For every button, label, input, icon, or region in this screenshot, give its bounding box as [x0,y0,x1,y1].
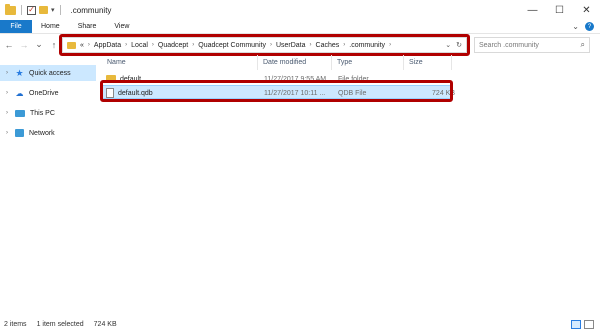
navigation-pane: › ★ Quick access › ☁ OneDrive › This PC … [0,55,96,317]
quick-access-toolbar: ✓ ▾ [0,3,63,15]
window-controls: — ☐ ✕ [519,0,600,20]
ribbon-tabs: File Home Share View ⌄ ? [0,20,600,33]
chevron-right-icon[interactable]: › [6,130,10,136]
folder-icon [5,3,16,15]
ribbon-right-controls: ⌄ ? [572,20,600,33]
column-date-modified[interactable]: Date modified [258,55,332,70]
tab-view[interactable]: View [105,20,138,33]
details-view-icon[interactable] [571,319,581,329]
sidebar-item-onedrive[interactable]: › ☁ OneDrive [0,85,96,101]
divider [59,5,61,15]
expand-ribbon-icon[interactable]: ⌄ [572,22,579,31]
sidebar-item-label: OneDrive [29,89,59,97]
computer-icon [15,109,25,117]
divider [21,5,22,15]
minimize-button[interactable]: — [519,0,546,20]
sidebar-item-label: Quick access [29,69,71,77]
search-icon[interactable]: ⌕ [581,40,585,50]
customize-toolbar-icon[interactable]: ▾ [51,6,55,14]
column-type[interactable]: Type [332,55,404,70]
back-button[interactable]: ← [3,40,15,50]
new-folder-icon[interactable] [39,6,48,14]
sidebar-item-label: This PC [30,109,55,117]
maximize-button[interactable]: ☐ [546,0,573,20]
tab-home[interactable]: Home [32,20,69,33]
help-icon[interactable]: ? [585,22,594,31]
sidebar-item-quick-access[interactable]: › ★ Quick access [0,65,96,81]
sidebar-item-this-pc[interactable]: › This PC [0,105,96,121]
column-name[interactable]: Name [102,55,258,70]
close-button[interactable]: ✕ [573,0,600,20]
status-bar: 2 items 1 item selected 724 KB [0,317,600,331]
column-header-row: Name Date modified Type Size [96,55,600,70]
search-placeholder: Search .community [479,41,539,49]
tab-file[interactable]: File [0,20,32,33]
forward-button[interactable]: → [18,40,30,50]
chevron-right-icon[interactable]: › [6,90,10,96]
chevron-right-icon[interactable]: › [6,70,10,76]
view-switcher [571,319,600,329]
column-size[interactable]: Size [404,55,452,70]
network-icon [15,129,24,137]
title-bar: ✓ ▾ .community — ☐ ✕ [0,0,600,20]
status-selected-count: 1 item selected [36,320,84,328]
search-input[interactable]: Search .community ⌕ [474,37,590,53]
status-selected-size: 724 KB [93,320,117,328]
sidebar-item-label: Network [29,129,55,137]
window-title: .community [70,5,112,15]
address-row: ← → ⌄ ↑ « › AppData › Local › Quadcept ›… [0,33,600,56]
properties-icon[interactable]: ✓ [27,5,36,15]
chevron-right-icon[interactable]: › [6,110,10,116]
large-icons-view-icon[interactable] [584,319,594,329]
cloud-icon: ☁ [15,88,24,98]
annotation-highlight-box [100,80,453,102]
star-icon: ★ [15,67,24,78]
tab-share[interactable]: Share [69,20,106,33]
annotation-highlight-box [59,34,470,56]
sidebar-item-network[interactable]: › Network [0,125,96,141]
status-item-count: 2 items [4,320,27,328]
recent-locations-button[interactable]: ⌄ [33,39,45,50]
